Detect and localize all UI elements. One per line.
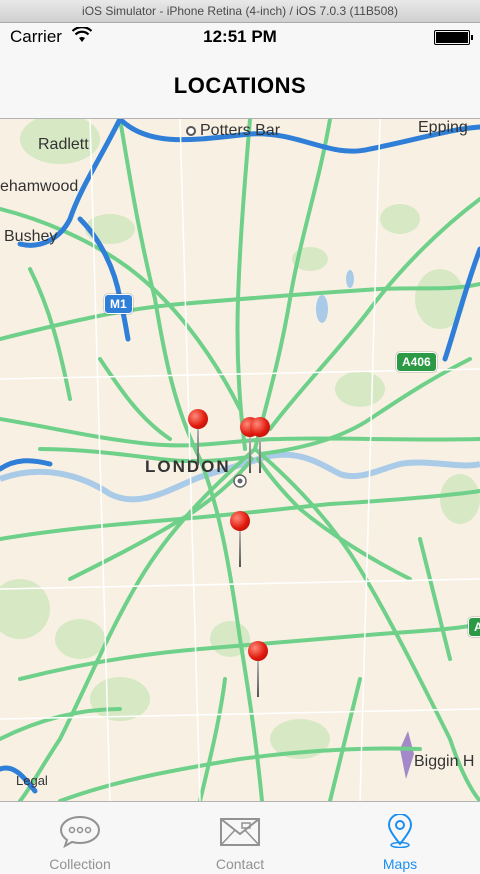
place-radlett: Radlett [38,136,89,154]
chat-bubble-icon [59,815,101,848]
legal-link[interactable]: Legal [16,773,48,788]
place-label: Potters Bar [200,122,281,139]
tab-label: Maps [382,856,418,872]
phone-screen: Carrier 12:51 PM LOCATIONS Radlett Potte… [0,23,480,874]
place-bushey: Bushey [4,228,57,246]
map-pin-icon[interactable] [228,511,252,569]
place-label: ehamwood [0,178,79,195]
shield-label: A [474,620,480,634]
place-label: Radlett [38,136,89,153]
shield-label: M1 [110,297,127,311]
tab-contact[interactable]: Contact [160,802,320,874]
map-pin-icon[interactable] [186,409,210,467]
envelope-icon [220,818,260,846]
road-shield-a406: A406 [396,352,437,372]
place-borehamwood: ehamwood [0,178,78,196]
road-shield-edge: A [468,617,480,637]
tab-label: Collection [49,856,111,872]
map-pin-icon[interactable] [246,641,270,699]
place-biggin-hill: Biggin H [414,753,474,771]
legal-label[interactable]: Legal [16,773,48,788]
status-time: 12:51 PM [203,27,277,46]
shield-label: A406 [402,355,431,369]
battery-icon [434,30,473,45]
road-shield-m1: M1 [104,294,133,314]
tab-bar: Collection Contact Maps [0,801,480,874]
place-potters-bar: Potters Bar [186,122,280,140]
place-label: Biggin H [414,753,475,770]
page-title: LOCATIONS [173,73,307,98]
map-pin-icon [387,814,413,848]
status-bar: Carrier 12:51 PM [0,23,480,53]
tab-maps[interactable]: Maps [320,802,480,874]
map-pin-icon[interactable] [248,417,272,475]
place-label: Epping [418,119,468,136]
navigation-bar: LOCATIONS [0,53,480,119]
place-epping: Epping [418,119,468,137]
tab-collection[interactable]: Collection [0,802,160,874]
tab-label: Contact [215,856,265,872]
map-view[interactable]: Radlett Potters Bar ehamwood Bushey LOND… [0,119,480,801]
simulator-title-bar: iOS Simulator - iPhone Retina (4-inch) /… [0,0,480,23]
simulator-title: iOS Simulator - iPhone Retina (4-inch) /… [82,4,398,18]
town-dot-icon [186,125,196,136]
place-label: Bushey [4,228,58,245]
